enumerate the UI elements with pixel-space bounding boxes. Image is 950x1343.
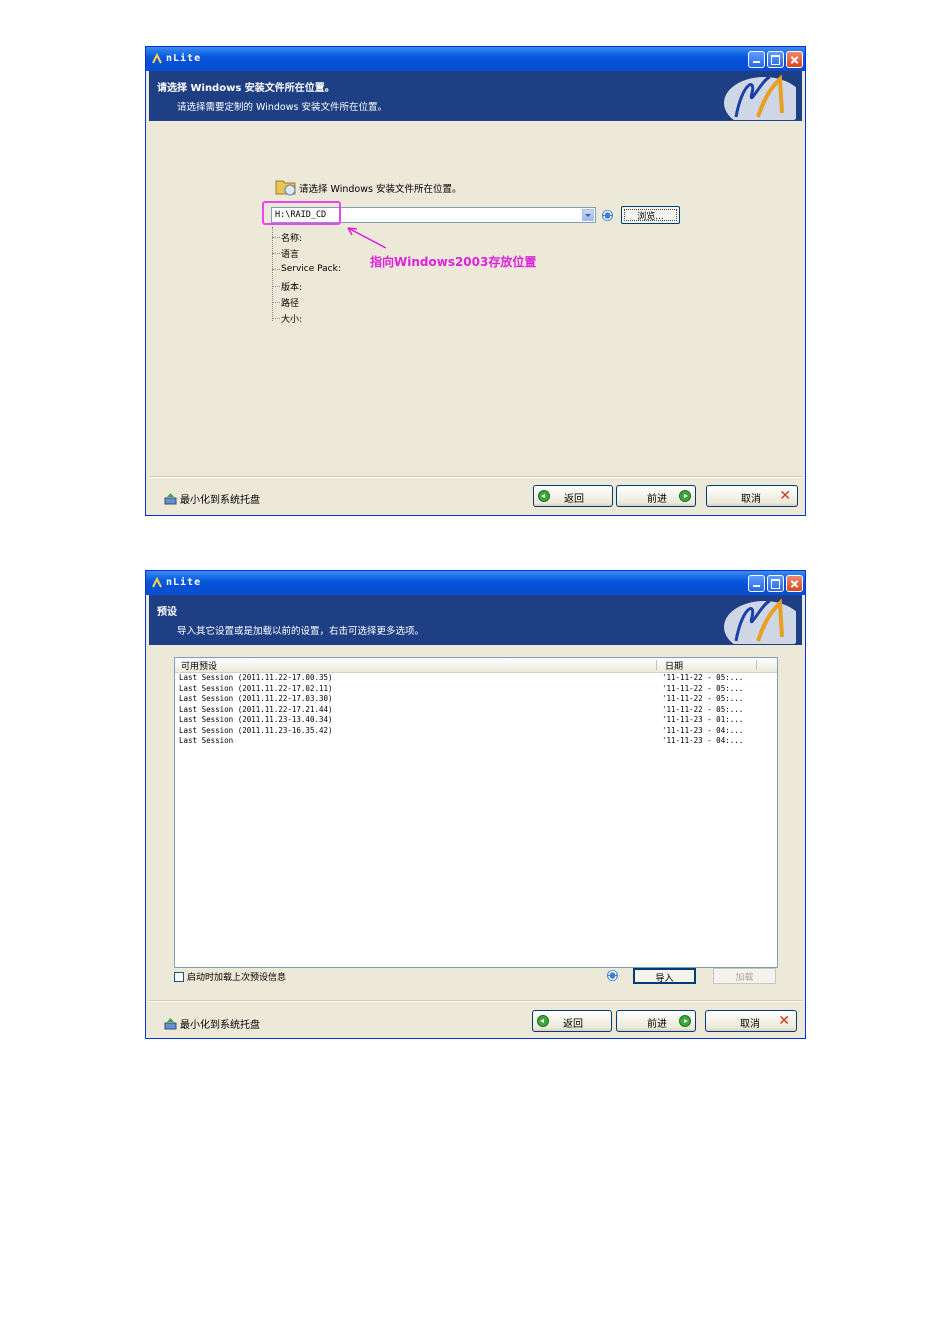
info-name: 名称: [272, 231, 302, 244]
nlite-window-presets: nLite 预设 导入其它设置或是加载以前的设置，右击可选择更多选项。 可用预设… [145, 570, 806, 1039]
refresh-icon[interactable] [606, 969, 619, 982]
column-header-date[interactable]: 日期 [665, 659, 683, 672]
nlite-logo-icon [724, 598, 796, 644]
preset-name: Last Session (2011.11.22-17.03.30) [179, 694, 333, 703]
next-label: 前进 [647, 494, 667, 505]
cancel-button[interactable]: 取消 ✕ [705, 1010, 797, 1032]
preset-date: '11-11-22 - 05:... [662, 704, 744, 714]
preset-date: '11-11-22 - 05:... [662, 683, 744, 693]
dropdown-arrow-icon[interactable] [582, 209, 594, 221]
back-button[interactable]: 返回 [532, 1010, 612, 1032]
preset-date: '11-11-23 - 04:... [662, 736, 744, 745]
location-prompt: 请选择 Windows 安装文件所在位置。 [299, 184, 462, 195]
preset-name: Last Session (2011.11.23-16.35.42) [179, 725, 333, 735]
footer-divider [149, 1000, 802, 1002]
preset-name: Last Session [179, 736, 234, 745]
close-icon[interactable] [786, 51, 803, 68]
nlite-icon [152, 577, 162, 588]
back-label: 返回 [563, 1019, 583, 1030]
list-item[interactable]: Last Session (2011.11.23-16.35.42) '11-11… [179, 726, 775, 737]
maximize-icon[interactable] [767, 575, 784, 592]
list-header: 可用预设 日期 [175, 658, 777, 673]
annotation-text: 指向Windows2003存放位置 [370, 255, 537, 269]
import-label: 导入 [655, 974, 674, 984]
preset-name: Last Session (2011.11.22-17.02.11) [179, 683, 333, 693]
list-item[interactable]: Last Session (2011.11.22-17.21.44) '11-11… [179, 705, 775, 716]
cancel-button[interactable]: 取消 ✕ [706, 485, 798, 507]
column-separator[interactable] [656, 660, 657, 670]
list-item[interactable]: Last Session '11-11-23 - 04:... [179, 736, 775, 747]
tray-label: 最小化到系统托盘 [180, 1020, 260, 1031]
page-header: 预设 导入其它设置或是加载以前的设置，右击可选择更多选项。 [149, 595, 802, 645]
refresh-icon[interactable] [601, 209, 614, 222]
browse-button[interactable]: 浏览... [621, 206, 680, 224]
info-version: 版本: [272, 280, 302, 293]
minimize-icon[interactable] [748, 575, 765, 592]
back-label: 返回 [564, 494, 584, 505]
next-label: 前进 [647, 1019, 667, 1030]
info-service-pack: Service Pack: [272, 264, 341, 274]
back-arrow-icon [537, 1015, 549, 1027]
page-title: 请选择 Windows 安装文件所在位置。 [157, 83, 335, 94]
tray-icon [164, 1017, 177, 1029]
cancel-x-icon: ✕ [779, 488, 791, 504]
annotation-highlight-box [262, 201, 341, 225]
page-title: 预设 [157, 607, 177, 618]
preset-name: Last Session (2011.11.23-13.40.34) [179, 715, 333, 724]
next-button[interactable]: 前进 [616, 485, 696, 507]
title-bar[interactable]: nLite [146, 47, 805, 71]
info-tree: 名称: 语言 Service Pack: 版本: 路径 大小: [272, 227, 372, 327]
column-separator[interactable] [756, 660, 757, 670]
page-subtitle: 请选择需要定制的 Windows 安装文件所在位置。 [177, 102, 387, 113]
page-subtitle: 导入其它设置或是加载以前的设置，右击可选择更多选项。 [177, 626, 425, 637]
cancel-label: 取消 [741, 494, 761, 505]
load-label: 加载 [735, 973, 754, 983]
preset-name: Last Session (2011.11.22-17.21.44) [179, 704, 333, 714]
nlite-logo-icon [724, 74, 796, 120]
back-button[interactable]: 返回 [533, 485, 613, 507]
load-button[interactable]: 加载 [713, 968, 776, 984]
preset-date: '11-11-22 - 05:... [662, 694, 744, 703]
preset-list[interactable]: 可用预设 日期 Last Session (2011.11.22-17.00.3… [174, 657, 778, 968]
tray-icon [164, 492, 177, 504]
column-header-presets[interactable]: 可用预设 [181, 659, 217, 672]
next-button[interactable]: 前进 [616, 1010, 696, 1032]
maximize-icon[interactable] [767, 51, 784, 68]
page-header: 请选择 Windows 安装文件所在位置。 请选择需要定制的 Windows 安… [149, 71, 802, 121]
cancel-label: 取消 [740, 1019, 760, 1030]
tray-label: 最小化到系统托盘 [180, 495, 260, 506]
nlite-window-location: nLite 请选择 Windows 安装文件所在位置。 请选择需要定制的 Win… [145, 46, 806, 516]
cancel-x-icon: ✕ [778, 1013, 790, 1029]
browse-label: 浏览... [637, 212, 664, 222]
minimize-icon[interactable] [748, 51, 765, 68]
footer-divider [149, 476, 802, 478]
autoload-label: 启动时加载上次预设信息 [187, 973, 287, 983]
list-item[interactable]: Last Session (2011.11.22-17.00.35) '11-11… [179, 673, 775, 684]
autoload-checkbox[interactable]: 启动时加载上次预设信息 [174, 970, 286, 983]
nlite-icon [152, 53, 162, 64]
forward-arrow-icon [679, 490, 691, 502]
window-title: nLite [166, 577, 202, 588]
folder-icon [275, 180, 296, 196]
info-language: 语言 [272, 247, 299, 260]
title-bar[interactable]: nLite [146, 571, 805, 595]
window-title: nLite [166, 53, 202, 64]
forward-arrow-icon [679, 1015, 691, 1027]
list-item[interactable]: Last Session (2011.11.22-17.03.30) '11-11… [179, 694, 775, 705]
minimize-to-tray[interactable]: 最小化到系统托盘 [164, 1016, 260, 1031]
preset-name: Last Session (2011.11.22-17.00.35) [179, 673, 333, 682]
info-size: 大小: [272, 312, 302, 325]
checkbox-icon[interactable] [174, 971, 184, 982]
minimize-to-tray[interactable]: 最小化到系统托盘 [164, 491, 260, 506]
close-icon[interactable] [786, 575, 803, 592]
preset-date: '11-11-23 - 01:... [662, 715, 744, 724]
list-item[interactable]: Last Session (2011.11.22-17.02.11) '11-11… [179, 684, 775, 695]
preset-date: '11-11-23 - 04:... [662, 725, 744, 735]
preset-date: '11-11-22 - 05:... [662, 673, 744, 682]
info-path: 路径 [272, 296, 299, 309]
list-item[interactable]: Last Session (2011.11.23-13.40.34) '11-11… [179, 715, 775, 726]
import-button[interactable]: 导入 [633, 968, 696, 984]
back-arrow-icon [538, 490, 550, 502]
